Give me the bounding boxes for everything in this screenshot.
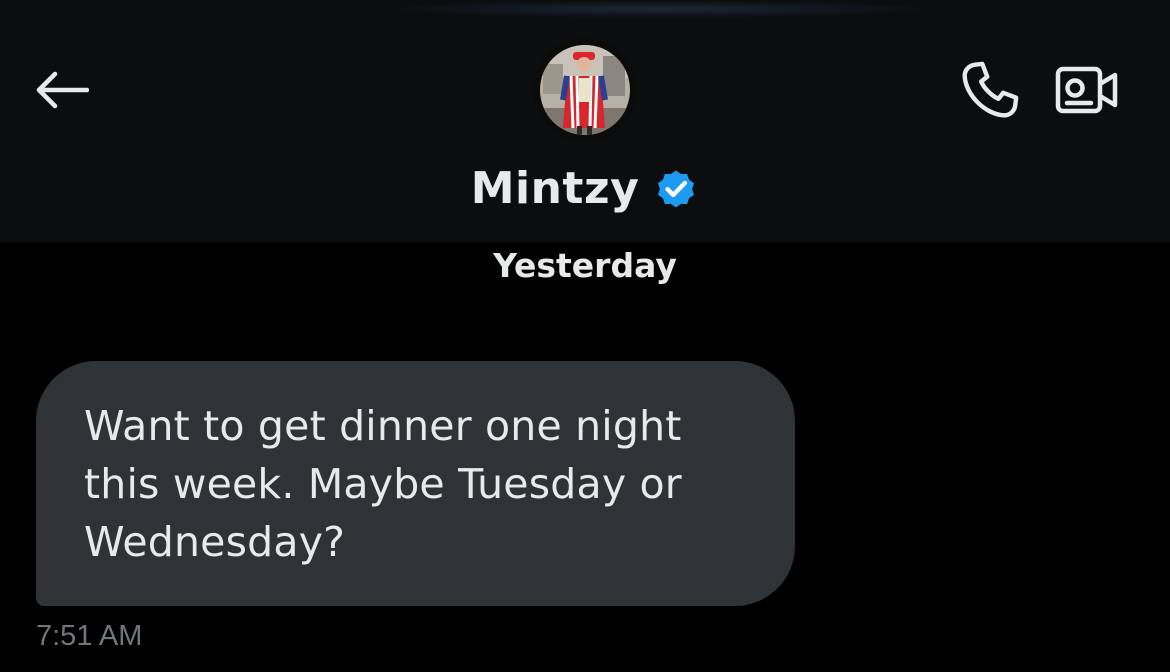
- message-timestamp: 7:51 AM: [36, 620, 143, 652]
- video-call-button[interactable]: [1050, 56, 1124, 124]
- day-divider: Yesterday: [493, 246, 677, 285]
- back-button[interactable]: [28, 60, 94, 120]
- contact-name[interactable]: Mintzy: [471, 163, 640, 214]
- message-text: Want to get dinner one night this week. …: [84, 402, 682, 566]
- conversation-header: Mintzy: [0, 0, 1170, 242]
- video-camera-icon: [1055, 66, 1118, 114]
- avatar-photo: [533, 38, 637, 142]
- message-bubble-received[interactable]: Want to get dinner one night this week. …: [36, 361, 795, 606]
- arrow-left-icon: [36, 71, 89, 109]
- header-glow: [380, 0, 940, 18]
- verified-badge-icon: [658, 170, 695, 208]
- phone-icon: [962, 61, 1019, 118]
- contact-avatar[interactable]: [533, 38, 637, 142]
- contact-name-row: Mintzy: [0, 158, 1170, 218]
- call-button[interactable]: [952, 52, 1028, 128]
